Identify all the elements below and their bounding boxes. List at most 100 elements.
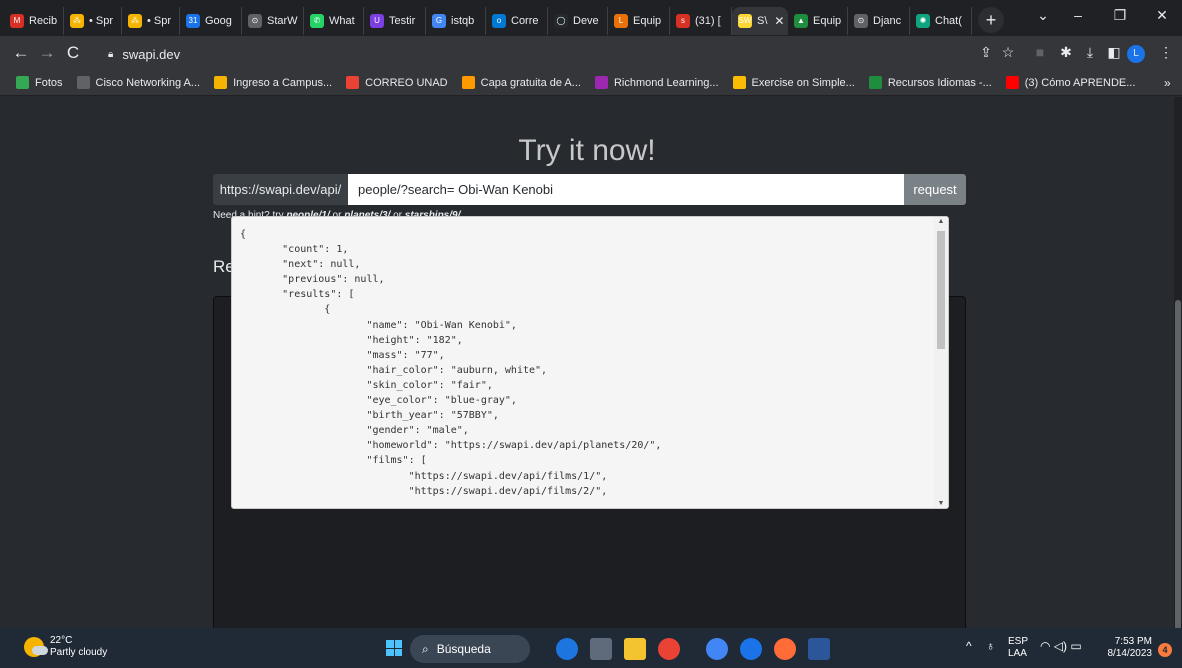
bookmark-item[interactable]: Richmond Learning... [594, 76, 719, 89]
zoom-icon[interactable] [740, 638, 762, 660]
tab-label: Deve [573, 15, 599, 27]
tab-label: Recib [29, 15, 58, 27]
puzzle-icon[interactable]: ✱ [1056, 44, 1076, 61]
close-tab-icon[interactable]: ✕ [774, 14, 784, 28]
tab-label: • Spr [89, 15, 114, 27]
share-icon[interactable]: ⇪ [976, 44, 996, 61]
tab-label: What [329, 15, 355, 27]
back-icon[interactable]: ← [8, 43, 34, 63]
result-scroll-thumb[interactable] [937, 231, 945, 349]
bookmark-item[interactable]: Recursos Idiomas -... [868, 76, 992, 89]
bookmark-item[interactable]: Capa gratuita de A... [461, 76, 581, 89]
bookmark-favicon-icon [16, 76, 29, 89]
bookmark-favicon-icon [76, 76, 90, 89]
result-scrollbar[interactable]: ▲ ▼ [934, 217, 948, 508]
close-window-icon[interactable]: ✕ [1142, 0, 1182, 30]
result-output[interactable]: { "count": 1, "next": null, "previous": … [231, 216, 949, 509]
browser-tab[interactable]: ⊙ Djanc [848, 7, 910, 35]
new-tab-icon[interactable]: + [978, 7, 1004, 33]
task-view-icon[interactable] [590, 638, 612, 660]
bookmark-label: Recursos Idiomas -... [887, 76, 992, 89]
scroll-up-icon[interactable]: ▲ [937, 218, 945, 225]
browser-tab[interactable]: ▲ Equip [788, 7, 848, 35]
browser-tab[interactable]: ✺ Chat( [910, 7, 972, 35]
file-explorer-icon[interactable] [624, 638, 646, 660]
word-icon[interactable] [808, 638, 830, 660]
bookmark-item[interactable]: Cisco Networking A... [76, 76, 200, 89]
wifi-volume-battery-icon[interactable]: ◠ ◁) ▭ [1040, 640, 1082, 652]
bookmark-item[interactable]: CORREO UNAD [346, 76, 448, 89]
browser-tab[interactable]: Gistqb [426, 7, 486, 35]
tab-label: Equip [633, 15, 662, 27]
postman-icon[interactable] [774, 638, 796, 660]
page-scroll-thumb[interactable] [1175, 300, 1181, 630]
maximize-icon[interactable]: ❐ [1100, 0, 1140, 30]
menu-icon[interactable]: ⋮ [1156, 44, 1176, 61]
tab-favicon-icon: U [370, 14, 384, 28]
tab-label: S\ [757, 15, 768, 27]
bookmark-item[interactable]: Ingreso a Campus... [214, 76, 332, 89]
side-panel-icon[interactable]: ◧ [1104, 44, 1124, 61]
browser-tab[interactable]: ◯ Deve [548, 7, 608, 35]
browser-tab[interactable]: U Testir [364, 7, 426, 35]
reload-icon[interactable]: C [60, 43, 86, 63]
tab-label: Goog [205, 15, 232, 27]
browser-tab[interactable]: SW S\ ✕ [732, 7, 788, 35]
clock[interactable]: 7:53 PM 8/14/2023 [1102, 636, 1153, 660]
search-icon: ⌕ [422, 641, 429, 656]
tray-chevron-icon[interactable]: ^ [966, 640, 972, 652]
bookmark-label: Capa gratuita de A... [480, 76, 581, 89]
chrome-profile-icon[interactable] [706, 638, 728, 660]
bookmark-item[interactable]: Exercise on Simple... [732, 76, 855, 89]
minimize-icon[interactable]: – [1058, 0, 1098, 30]
browser-tab[interactable]: s (31) [ [670, 7, 732, 35]
weather-description: Partly cloudy [50, 647, 108, 658]
tab-label: Chat( [935, 15, 962, 27]
temperature: 22°C [50, 635, 73, 646]
bookmark-item[interactable]: Fotos [16, 76, 63, 89]
bookmarks-more-icon[interactable]: » [1164, 76, 1171, 90]
taskbar-search[interactable]: ⌕ Búsqueda [410, 635, 530, 663]
search-placeholder: Búsqueda [436, 642, 491, 656]
extension-icon[interactable]: ■ [1030, 44, 1050, 60]
browser-tab[interactable]: ⁂ • Spr [64, 7, 122, 35]
chrome-icon[interactable] [658, 638, 680, 660]
browser-tab[interactable]: M Recib [4, 7, 64, 35]
bookmark-item[interactable]: (3) Cómo APRENDE... [1005, 76, 1135, 89]
bookmark-favicon-icon [346, 76, 360, 89]
tab-favicon-icon: ◯ [554, 14, 568, 28]
browser-tab[interactable]: ⁂ • Spr [122, 7, 180, 35]
address-bar[interactable]: 🔒︎ swapi.dev [108, 42, 1014, 66]
browser-tab[interactable]: ⊙ StarW [242, 7, 304, 35]
browser-tab[interactable]: ✆ What [304, 7, 364, 35]
bookmark-label: CORREO UNAD [365, 76, 448, 89]
microphone-icon[interactable]: ♁ [986, 640, 995, 652]
bookmark-favicon-icon [214, 76, 228, 89]
browser-tab[interactable]: o Corre [486, 7, 548, 35]
lock-icon: 🔒︎ [108, 48, 114, 60]
tab-favicon-icon: L [614, 14, 628, 28]
forward-icon[interactable]: → [34, 43, 60, 63]
browser-tab[interactable]: 31 Goog [180, 7, 242, 35]
language-indicator[interactable]: ESP LAA [1008, 636, 1028, 660]
start-icon[interactable] [386, 640, 402, 656]
tab-strip: M Recib ⁂ • Spr ⁂ • Spr 31 Goog ⊙ StarW ✆ What U Test… [0, 0, 1182, 36]
api-query-input[interactable] [348, 174, 904, 205]
tab-search-icon[interactable]: ⌄ [1030, 0, 1056, 30]
bookmark-label: Exercise on Simple... [751, 76, 855, 89]
app-icon-1[interactable] [556, 638, 578, 660]
weather-widget[interactable]: 22°C Partly cloudy [24, 635, 107, 659]
tab-favicon-icon: ▲ [794, 14, 808, 28]
request-button[interactable]: request [904, 174, 966, 205]
api-base-addon: https://swapi.dev/api/ [213, 174, 348, 205]
profile-avatar[interactable]: L [1127, 45, 1145, 63]
bookmark-star-icon[interactable]: ☆ [998, 44, 1018, 61]
tab-favicon-icon: ⁂ [128, 14, 142, 28]
browser-tab[interactable]: L Equip [608, 7, 670, 35]
scroll-down-icon[interactable]: ▼ [937, 500, 945, 507]
notification-badge[interactable]: 4 [1158, 643, 1172, 657]
tab-label: istqb [451, 15, 475, 27]
tab-favicon-icon: ⊙ [248, 14, 262, 28]
download-icon[interactable]: ⤓ [1080, 44, 1100, 61]
tab-favicon-icon: ⊙ [854, 14, 868, 28]
